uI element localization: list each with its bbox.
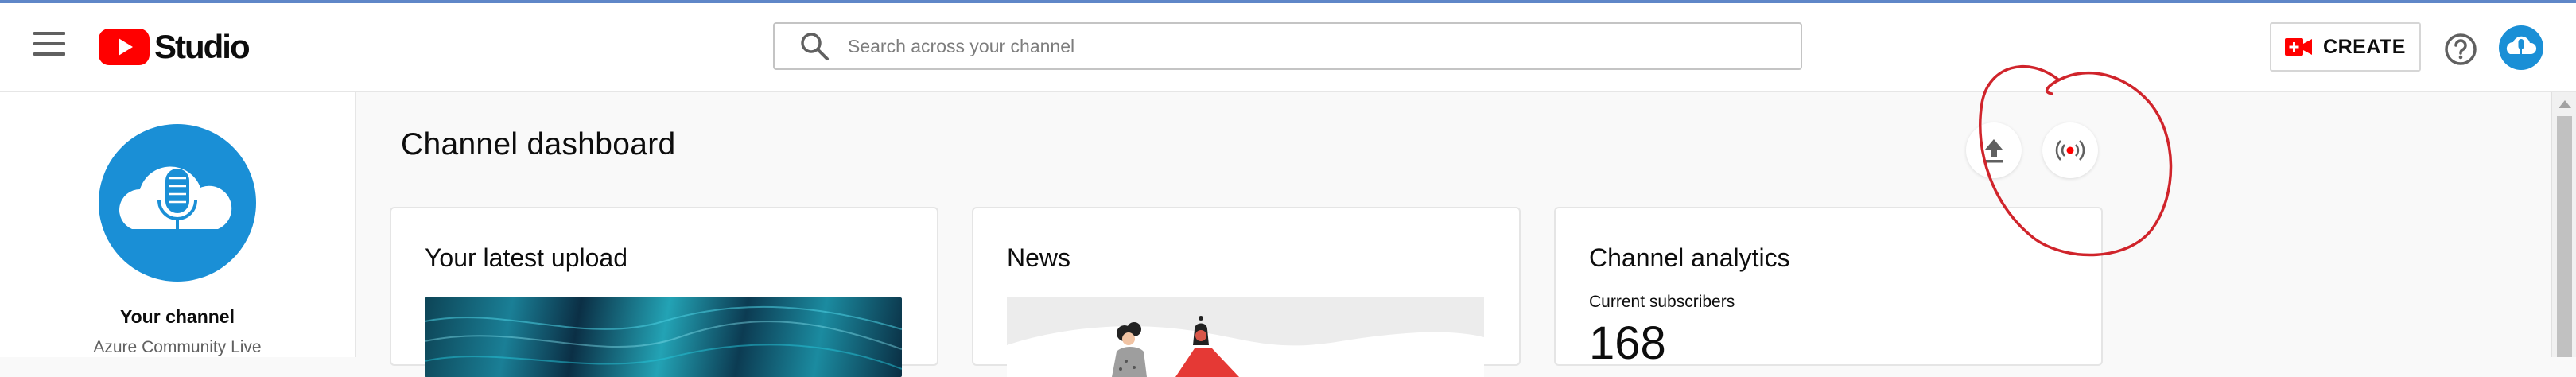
scrollbar-thumb[interactable] (2557, 116, 2572, 357)
sidebar: Your channel Azure Community Live (0, 92, 356, 357)
current-subscribers-value: 168 (1589, 317, 1666, 369)
page-title: Channel dashboard (401, 127, 676, 161)
upload-icon (1985, 139, 2003, 163)
video-thumbnail[interactable] (425, 297, 902, 377)
scroll-up-arrow-icon[interactable] (2559, 100, 2571, 108)
vertical-scrollbar[interactable] (2551, 92, 2576, 357)
studio-logo[interactable]: Studio (99, 27, 251, 67)
news-title: News (1007, 243, 1071, 272)
latest-upload-card: Your latest upload (390, 207, 938, 377)
latest-upload-title: Your latest upload (425, 243, 628, 272)
account-avatar[interactable] (2499, 25, 2543, 70)
search-icon[interactable] (798, 30, 830, 62)
main-content: Channel dashboard Your latest upload New… (356, 92, 2551, 377)
go-live-icon (2055, 140, 2085, 161)
microphone-cloud-icon (119, 166, 232, 245)
your-channel-heading: Your channel (120, 306, 235, 327)
news-card: News (972, 207, 1521, 377)
search-input[interactable] (846, 34, 1724, 58)
top-app-bar: Studio CREATE (0, 3, 2576, 92)
help-icon[interactable] (2443, 32, 2478, 67)
upload-videos-button[interactable] (1966, 122, 2022, 178)
channel-analytics-title: Channel analytics (1589, 243, 1790, 272)
channel-avatar[interactable] (99, 124, 256, 282)
go-live-button[interactable] (2042, 122, 2098, 178)
logo-text: Studio (154, 28, 251, 65)
youtube-play-icon (99, 29, 150, 65)
current-subscribers-label: Current subscribers (1589, 293, 1735, 311)
search-box[interactable] (773, 22, 1802, 70)
microphone-cloud-icon (2506, 36, 2537, 57)
channel-name: Azure Community Live (93, 338, 262, 356)
video-camera-icon (2285, 38, 2313, 56)
channel-analytics-card: Channel analytics Current subscribers 16… (1554, 207, 2103, 369)
menu-icon[interactable] (33, 32, 65, 59)
create-button[interactable]: CREATE (2270, 22, 2421, 72)
create-label: CREATE (2323, 35, 2406, 58)
news-illustration (1007, 297, 1484, 377)
